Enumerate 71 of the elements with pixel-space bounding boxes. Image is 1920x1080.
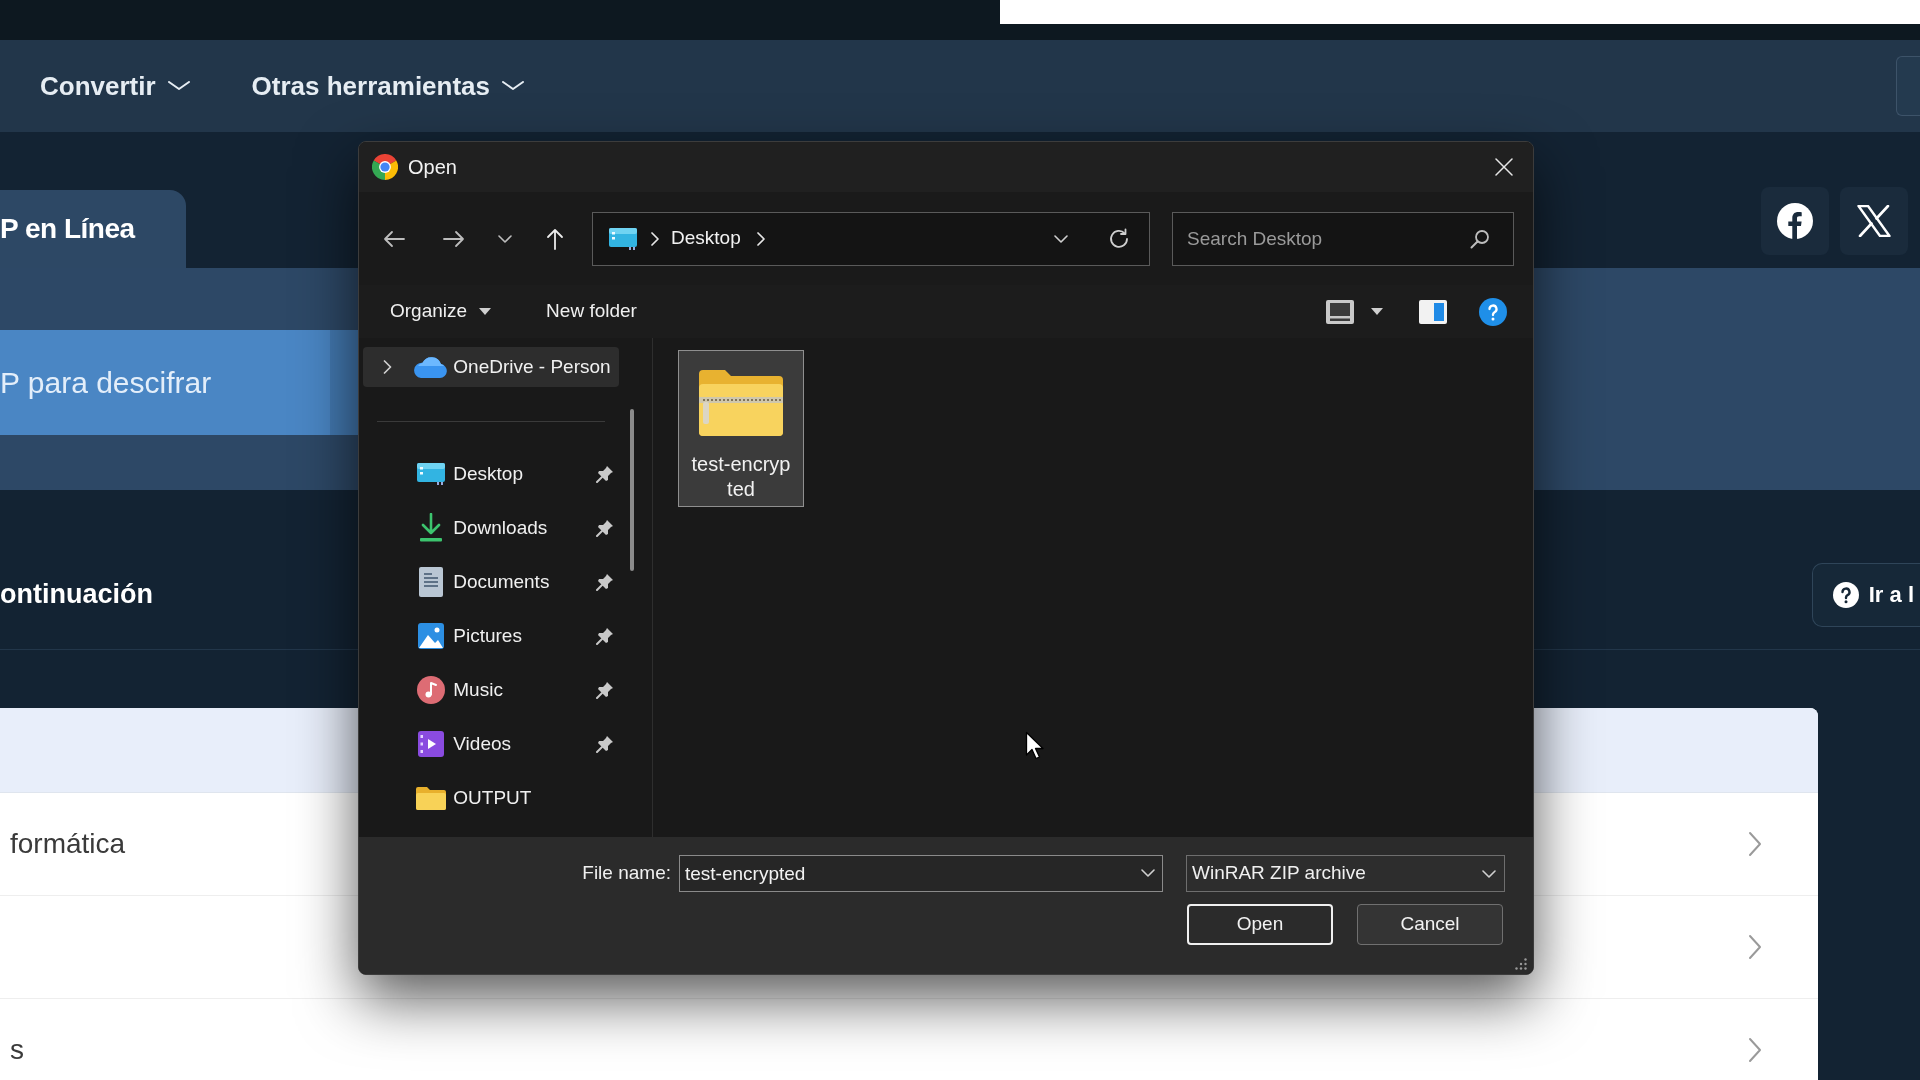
list-item-text: formática [10, 827, 126, 861]
section-heading: ontinuación [0, 578, 153, 612]
caret-down-icon [1371, 308, 1383, 315]
document-icon [419, 567, 443, 597]
file-name-field[interactable]: test-encrypted [679, 855, 1163, 892]
window-title: Open [408, 155, 457, 180]
desktop-icon [609, 227, 637, 250]
chevron-down-icon [1054, 234, 1068, 243]
refresh-icon [1108, 227, 1130, 250]
cloud-icon [413, 356, 447, 378]
chevron-right-icon [756, 231, 765, 246]
field-label: File name: [582, 861, 671, 886]
search-field[interactable]: Search Desktop [1172, 211, 1514, 266]
resize-grip-icon[interactable] [1515, 958, 1527, 970]
search-icon [1470, 228, 1490, 249]
cancel-button[interactable]: Cancel [1357, 904, 1503, 945]
sidebar-item[interactable]: Pictures [363, 609, 619, 663]
sidebar-item[interactable]: Downloads [363, 501, 619, 555]
mouse-pointer-icon [1025, 731, 1045, 761]
scrollbar[interactable] [630, 409, 634, 571]
open-button[interactable]: Open [1187, 904, 1333, 945]
pin-icon[interactable] [596, 465, 614, 483]
preview-pane-icon [1419, 299, 1447, 324]
view-icon [1326, 299, 1354, 324]
forward-arrow-icon [443, 229, 465, 248]
chevron-down-icon [167, 81, 190, 91]
pin-icon[interactable] [596, 573, 614, 591]
pin-icon[interactable] [596, 627, 614, 645]
picture-icon [418, 623, 444, 649]
nav-menu[interactable]: Convertir [40, 66, 190, 106]
music-icon [417, 676, 445, 704]
breadcrumb[interactable]: Desktop [671, 224, 741, 253]
up-arrow-icon [546, 227, 564, 250]
share-button[interactable] [1840, 187, 1908, 255]
sidebar-item[interactable]: Desktop [363, 447, 619, 501]
menu-button[interactable]: Organize [376, 291, 506, 332]
download-icon [418, 513, 444, 543]
chevron-down-icon [498, 234, 512, 243]
sidebar-item[interactable]: Videos [363, 717, 619, 771]
question-icon [1832, 581, 1859, 608]
folder-icon [416, 786, 446, 810]
nav-menu[interactable]: Otras herramientas [251, 66, 525, 106]
address-bar[interactable]: Desktop [592, 211, 1150, 266]
list-item-text: s [10, 1033, 24, 1067]
close-icon [1495, 158, 1513, 176]
pin-icon[interactable] [596, 681, 614, 699]
back-arrow-icon [383, 229, 405, 248]
chevron-down-icon [502, 81, 525, 91]
sidebar-item[interactable]: OneDrive - Person [363, 347, 619, 387]
app-logo-icon [372, 154, 398, 180]
caret-down-icon [479, 308, 492, 315]
chevron-down-icon[interactable] [1141, 869, 1155, 877]
help-button[interactable]: Ir a l [1811, 562, 1920, 627]
file-type-dropdown[interactable]: WinRAR ZIP archive [1186, 855, 1505, 892]
help-icon [1479, 297, 1507, 326]
chevron-right-icon [651, 231, 659, 246]
sidebar-item[interactable]: OUTPUT [363, 771, 619, 825]
pin-icon[interactable] [596, 735, 614, 753]
facebook-icon [1777, 203, 1813, 239]
sidebar-item[interactable]: Documents [363, 555, 619, 609]
chevron-down-icon [1482, 869, 1496, 878]
tab[interactable]: P en Línea [0, 190, 186, 268]
pin-icon[interactable] [596, 519, 614, 537]
file-item[interactable]: test-encrypted [678, 350, 804, 507]
video-icon [418, 731, 444, 757]
chevron-right-icon[interactable] [383, 360, 392, 374]
toolbar-button[interactable]: New folder [532, 291, 651, 332]
x-logo-icon [1857, 205, 1891, 237]
sidebar-item[interactable]: Music [363, 663, 619, 717]
desktop-icon [417, 463, 445, 485]
share-button[interactable] [1761, 187, 1829, 255]
